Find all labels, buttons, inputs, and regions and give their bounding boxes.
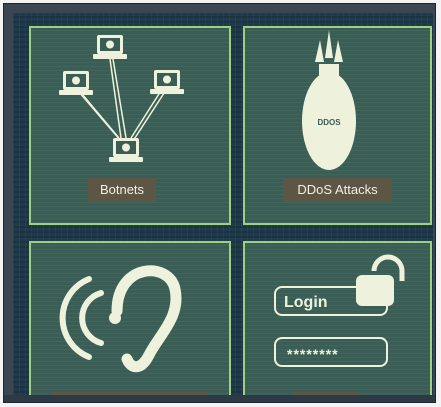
tile-label: DDoS Attacks — [283, 178, 392, 202]
password-text: ******** — [287, 346, 339, 362]
tile-ddos-attacks[interactable]: DDOS DDoS Attacks — [243, 26, 432, 225]
bomb-text: DDOS — [317, 118, 341, 127]
tile-botnets[interactable]: Botnets — [29, 26, 231, 225]
wifi-ear-icon — [59, 265, 182, 373]
login-text: Login — [284, 294, 328, 311]
login-padlock-icon: Login ******** — [274, 254, 405, 367]
bottom-strip — [4, 395, 435, 402]
topics-panel: Botnets DDOS DDoS Attacks Login ******** — [13, 13, 433, 402]
tile-hacking[interactable]: Login ******** Hacking — [243, 241, 432, 402]
tile-label: Botnets — [88, 178, 156, 202]
tile-wifi-eavesdropping[interactable]: Wi-Fi Eavesdropping — [29, 241, 231, 402]
app-frame: Botnets DDOS DDoS Attacks Login ******** — [3, 3, 436, 403]
